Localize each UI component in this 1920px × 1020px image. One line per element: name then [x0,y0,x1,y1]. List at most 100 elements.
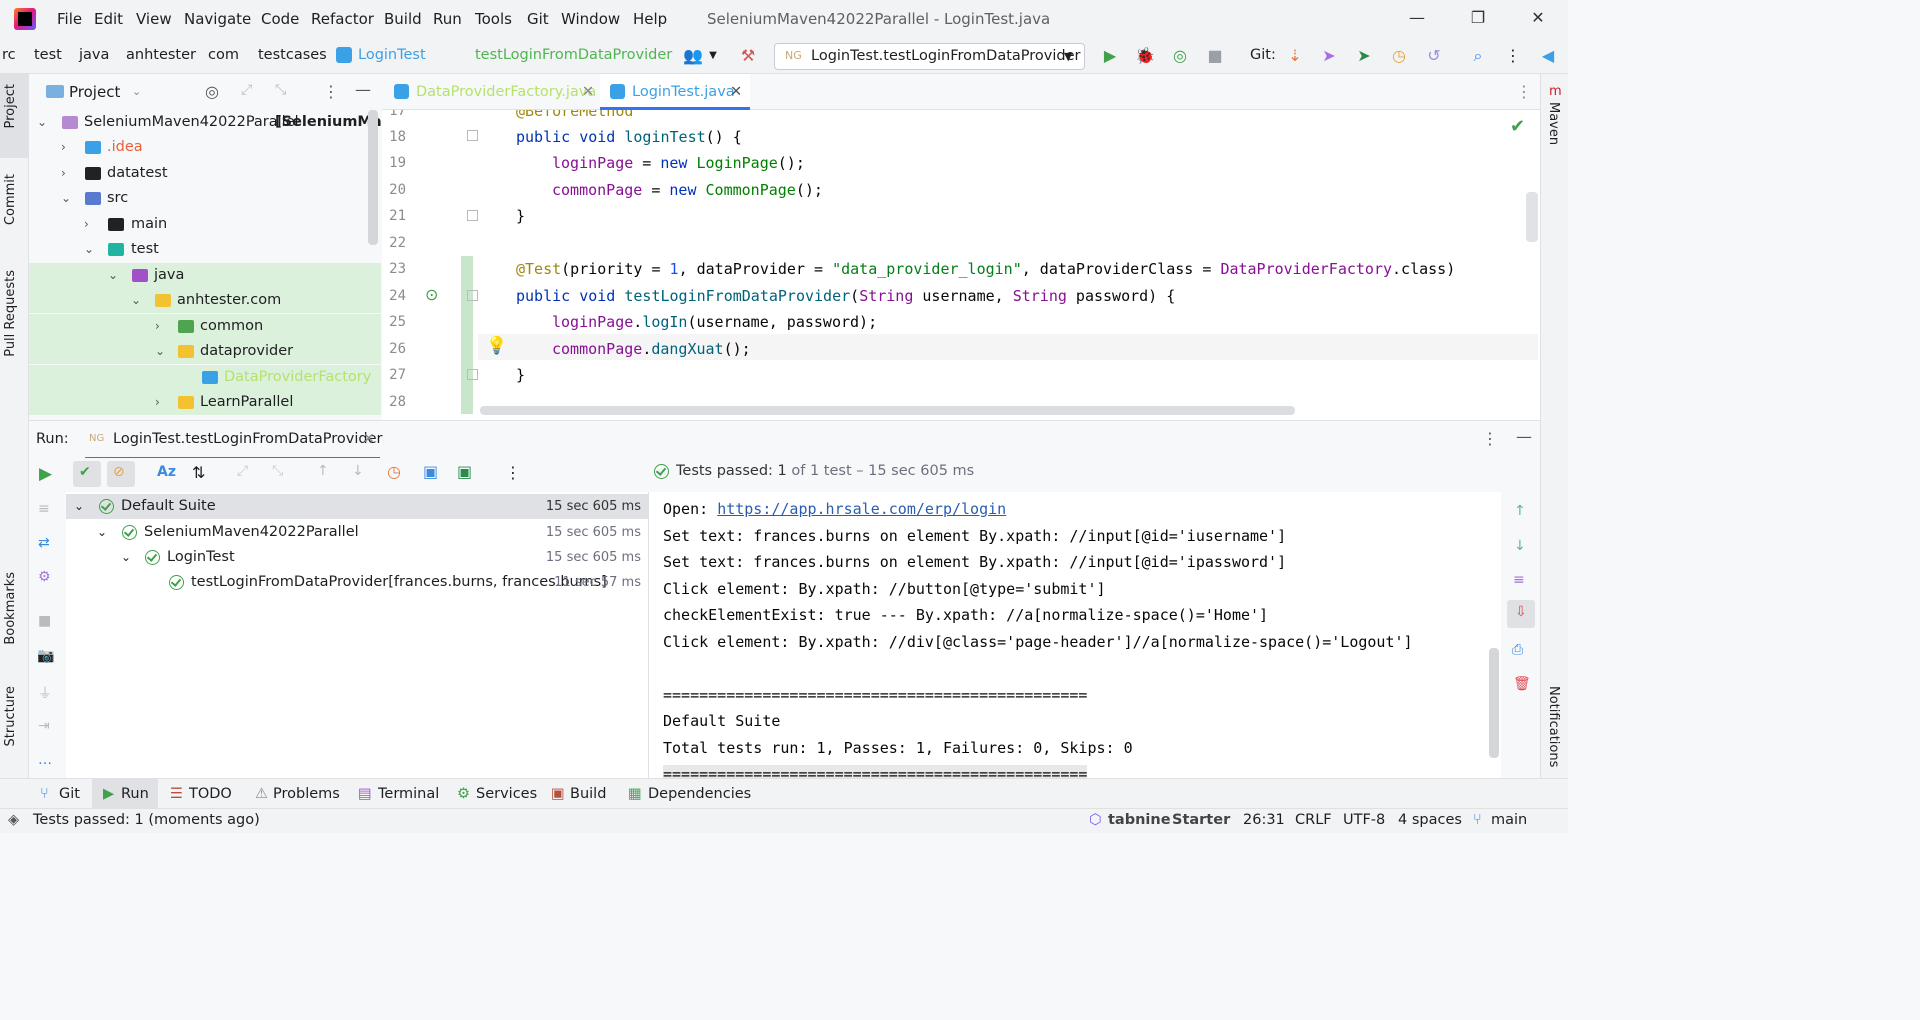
close-tab-icon[interactable]: ✕ [730,74,742,110]
tree-item-dataproviderfactory[interactable]: DataProviderFactory [29,365,381,390]
test-node-logintest[interactable]: ⌄ LoginTest 15 sec 605 ms [66,545,649,570]
test-node-default-suite[interactable]: ⌄ Default Suite 15 sec 605 ms [66,494,649,519]
intellij-logo-icon[interactable] [14,8,36,30]
scroll-down-icon[interactable]: ↓ [1514,538,1526,554]
locate-icon[interactable]: ◎ [205,82,219,101]
menu-code[interactable]: Code [261,10,299,28]
project-scrollbar[interactable] [368,110,378,245]
tool-dependencies[interactable]: Dependencies [648,786,751,802]
stop-icon[interactable]: ■ [38,613,51,629]
git-push-icon[interactable]: ➤ [1319,46,1339,65]
exit-icon[interactable]: ⇥ [38,718,50,734]
maven-tool-button[interactable]: Maven [1546,102,1561,145]
breadcrumb-java[interactable]: java [79,47,109,63]
stop-icon[interactable]: ■ [1205,46,1225,65]
show-ignored-toggle[interactable]: ⊘ [107,461,135,487]
git-update-icon[interactable]: ⇣ [1285,46,1305,65]
tab-dataproviderfactory[interactable]: DataProviderFactory.java ✕ [382,74,600,110]
plug-icon[interactable]: ⏚ [38,683,52,703]
menu-run[interactable]: Run [433,10,462,28]
console-link[interactable]: https://app.hrsale.com/erp/login [717,500,1006,518]
tool-build[interactable]: Build [570,786,606,802]
tabnine-plan[interactable]: Starter [1172,812,1230,828]
menu-file[interactable]: File [57,10,82,28]
fold-icon[interactable] [467,210,478,221]
tool-git[interactable]: Git [59,786,80,802]
previous-test-icon[interactable]: ↑ [317,463,329,479]
breadcrumb-com[interactable]: com [208,47,239,63]
sort-alpha-icon[interactable]: Az [157,464,176,480]
expand-all-icon[interactable]: ⤢ [241,82,252,98]
tree-item-java[interactable]: ⌄ java [29,263,381,288]
code-with-me-icon[interactable]: ◀ [1538,46,1558,65]
project-tool-button[interactable]: Project [3,84,18,128]
rollback-icon[interactable]: ↺ [1424,46,1444,65]
caret-position[interactable]: 26:31 [1243,812,1285,828]
file-encoding[interactable]: UTF-8 [1343,812,1385,828]
more-icon[interactable]: ⋮ [1503,46,1523,65]
export-tests-icon[interactable]: ▣ [457,462,472,481]
editor-vertical-scrollbar[interactable] [1526,192,1538,242]
tool-problems[interactable]: Problems [273,786,340,802]
breadcrumb-test[interactable]: test [34,47,62,63]
status-layers-icon[interactable]: ◈ [8,812,19,828]
soft-wrap-icon[interactable]: ≡ [1513,572,1525,588]
tree-item-src[interactable]: ⌄ src [29,186,381,211]
chevron-down-icon[interactable]: ▼ [703,50,723,61]
tool-terminal[interactable]: Terminal [378,786,439,802]
search-icon[interactable]: ⌕ [1468,46,1488,66]
breadcrumb-anhtester[interactable]: anhtester [126,47,196,63]
lightbulb-icon[interactable]: 💡 [486,336,507,356]
project-panel-title[interactable]: Project [69,83,120,101]
structure-tool-button[interactable]: Structure [3,686,18,746]
tab-logintest[interactable]: LoginTest.java ✕ [600,74,750,110]
breadcrumb-method[interactable]: testLoginFromDataProvider [475,47,672,63]
git-commit-icon[interactable]: ➤ [1354,46,1374,65]
tree-item-project-root[interactable]: ⌄ SeleniumMaven42022Parallel [SeleniumMa… [29,110,381,135]
debug-icon[interactable]: 🐞 [1135,46,1155,65]
breadcrumb-rc[interactable]: rc [2,47,16,63]
swap-icon[interactable]: ⇄ [38,535,50,551]
options-icon[interactable]: ⋮ [1482,429,1498,448]
git-branch[interactable]: main [1491,812,1527,828]
tree-item-learnparallel[interactable]: › LearnParallel [29,390,381,415]
hide-panel-icon[interactable]: — [355,80,371,99]
commit-tool-button[interactable]: Commit [3,174,18,225]
more-tabs-icon[interactable]: ⋮ [1516,82,1532,101]
tabnine-label[interactable]: tabnine [1108,812,1171,828]
breadcrumb-testcases[interactable]: testcases [258,47,327,63]
tree-item-anhtester-com[interactable]: ⌄ anhtester.com [29,288,381,313]
run-tab[interactable]: NG LoginTest.testLoginFromDataProvider ✕ [85,421,383,459]
fold-icon[interactable] [467,290,478,301]
chevron-down-icon[interactable]: ⌄ [132,85,141,98]
notifications-tool-button[interactable]: Notifications [1546,686,1561,767]
menu-edit[interactable]: Edit [94,10,123,28]
more-icon[interactable]: ⋮ [505,463,521,482]
tree-item-idea[interactable]: › .idea [29,135,381,160]
editor-horizontal-scrollbar[interactable] [480,406,1295,415]
run-test-gutter-icon[interactable]: ⊙ [425,285,438,304]
scroll-to-end-toggle[interactable]: ⇩ [1507,600,1535,628]
tree-item-main[interactable]: › main [29,212,381,237]
menu-refactor[interactable]: Refactor [311,10,374,28]
pull-requests-tool-button[interactable]: Pull Requests [3,270,18,357]
code-editor[interactable]: 17 18 19 20 21 22 23 24 25 26 27 28 ⊙ 💡 … [382,110,1540,420]
users-icon[interactable]: 👥 [683,46,703,65]
collapse-all-icon[interactable]: ⤡ [275,82,286,98]
expand-all-icon[interactable]: ⤢ [237,463,248,479]
import-tests-icon[interactable]: ▣ [423,462,438,481]
fold-icon[interactable] [467,369,478,380]
collapse-all-icon[interactable]: ⤡ [272,463,283,479]
close-window-icon[interactable]: ✕ [1528,8,1548,27]
menu-git[interactable]: Git [527,10,549,28]
more-icon[interactable]: … [38,752,52,768]
restore-icon[interactable]: ❐ [1468,8,1488,27]
next-test-icon[interactable]: ↓ [352,463,364,479]
menu-build[interactable]: Build [384,10,422,28]
no-problems-check-icon[interactable]: ✔ [1510,116,1525,137]
menu-help[interactable]: Help [633,10,667,28]
test-history-icon[interactable]: ◷ [387,462,401,481]
close-tab-icon[interactable]: ✕ [363,431,375,447]
menu-tools[interactable]: Tools [475,10,512,28]
breadcrumb-logintest[interactable]: LoginTest [358,47,426,63]
